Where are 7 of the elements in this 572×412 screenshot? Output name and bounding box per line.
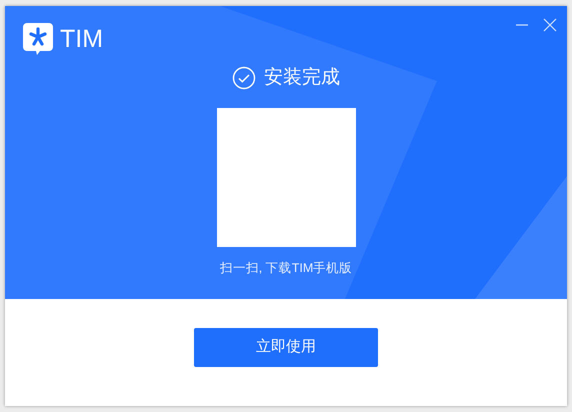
qr-caption: 扫一扫, 下载TIM手机版 (220, 260, 352, 276)
close-icon[interactable] (543, 18, 557, 32)
start-button[interactable]: 立即使用 (194, 328, 378, 367)
check-circle-icon (232, 66, 256, 90)
status-title: 安装完成 (264, 66, 340, 90)
logo-icon (22, 22, 54, 56)
app-name: TIM (60, 26, 104, 52)
